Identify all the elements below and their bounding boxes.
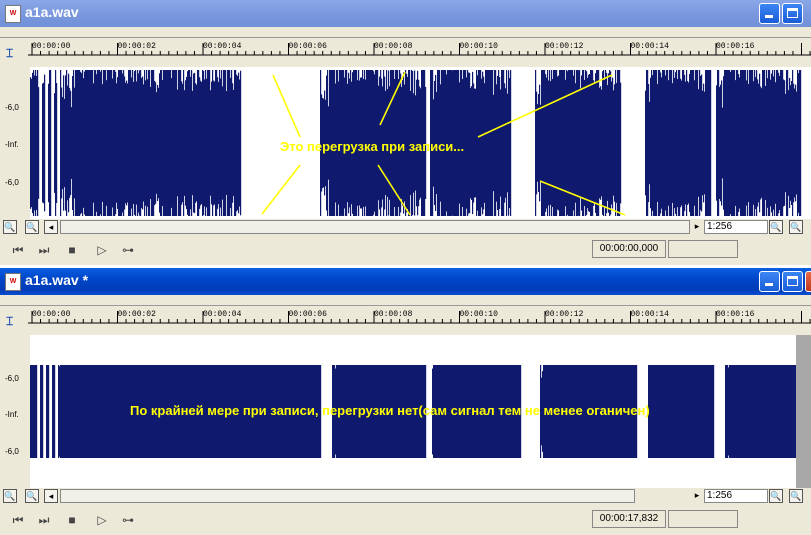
zoom-out-icon[interactable]: 🔍 bbox=[789, 489, 803, 503]
ruler-time-label: 00:00:02 bbox=[117, 42, 156, 51]
ruler-time-label: 00:00:08 bbox=[374, 42, 413, 51]
bottom-time-display-2 bbox=[668, 510, 738, 528]
wave-file-icon: W bbox=[5, 5, 21, 23]
arrow-right-icon[interactable]: ▸ bbox=[690, 489, 704, 503]
ruler-time-label: 00:00:14 bbox=[630, 42, 669, 51]
top-title-bar[interactable]: W a1a.wav bbox=[0, 0, 811, 27]
bottom-title-bar[interactable]: W a1a.wav * bbox=[0, 268, 811, 295]
top-horizontal-scrollbar[interactable] bbox=[60, 220, 690, 234]
ruler-time-label: 00:00:12 bbox=[545, 310, 584, 319]
bottom-zoom-field[interactable]: 1:256 bbox=[704, 489, 768, 503]
ruler-time-label: 00:00:10 bbox=[459, 42, 498, 51]
bottom-horizontal-scrollbar[interactable] bbox=[60, 489, 635, 503]
bottom-time-display: 00:00:17,832 bbox=[592, 510, 666, 528]
maximize-button[interactable] bbox=[782, 3, 803, 24]
zoom-out-icon[interactable]: 🔍 bbox=[3, 489, 17, 503]
stop-icon[interactable]: ■ bbox=[64, 242, 80, 258]
level-label-center: -Inf. bbox=[5, 410, 19, 419]
ruler-time-label: 00:00:14 bbox=[630, 310, 669, 319]
zoom-out-icon[interactable]: 🔍 bbox=[3, 220, 17, 234]
top-time-ruler[interactable]: ⌶ 00:00:00 00:00:02 00:00:04 00:00:06 00:00:… bbox=[0, 27, 811, 67]
bottom-annotation-text: По крайней мере при записи, перегрузки н… bbox=[130, 403, 650, 418]
zoom-in-icon[interactable]: 🔍 bbox=[769, 220, 783, 234]
loop-icon[interactable]: ⊶ bbox=[120, 242, 136, 258]
go-to-start-icon[interactable]: ⏮ bbox=[10, 512, 26, 528]
go-to-start-icon[interactable]: ⏮ bbox=[10, 242, 26, 258]
ruler-time-label: 00:00:12 bbox=[545, 42, 584, 51]
close-button[interactable] bbox=[805, 271, 811, 292]
cursor-marker-icon[interactable]: ⌶ bbox=[6, 314, 18, 328]
bottom-time-ruler[interactable]: ⌶ 00:00:00 00:00:02 00:00:04 00:00:06 00:00:… bbox=[0, 295, 811, 335]
bottom-waveform-canvas[interactable]: По крайней мере при записи, перегрузки н… bbox=[30, 335, 796, 488]
bottom-scroll-row[interactable]: 🔍 🔍 ◂ ▸ 1:256 🔍 🔍 bbox=[0, 489, 811, 505]
level-label-top: -6,0 bbox=[5, 103, 19, 112]
cursor-marker-icon[interactable]: ⌶ bbox=[6, 46, 18, 60]
top-wave-window[interactable]: W a1a.wav ⌶ 00:00:00 00:00:02 00:00:04 00:0… bbox=[0, 0, 811, 265]
top-transport-bar: ⏮ ⏭ ■ ▷ ⊶ 00:00:00,000 bbox=[0, 237, 811, 263]
bottom-level-scale: -6,0 -Inf. -6,0 bbox=[0, 335, 31, 488]
ruler-time-label: 00:00:00 bbox=[32, 310, 71, 319]
top-time-display-2 bbox=[668, 240, 738, 258]
ruler-time-label: 00:00:04 bbox=[203, 42, 242, 51]
bottom-window-title: a1a.wav * bbox=[25, 272, 89, 288]
top-wave-area[interactable]: -6,0 -Inf. -6,0 Это перегрузка при запис… bbox=[0, 67, 811, 219]
zoom-in-icon[interactable]: 🔍 bbox=[25, 220, 39, 234]
loop-icon[interactable]: ⊶ bbox=[120, 512, 136, 528]
ruler-time-label: 00:00:16 bbox=[716, 42, 755, 51]
ruler-time-label: 00:00:16 bbox=[716, 310, 755, 319]
stop-icon[interactable]: ■ bbox=[64, 512, 80, 528]
play-icon[interactable]: ▷ bbox=[94, 242, 110, 258]
level-label-top: -6,0 bbox=[5, 374, 19, 383]
top-time-display: 00:00:00,000 bbox=[592, 240, 666, 258]
level-label-bottom: -6,0 bbox=[5, 178, 19, 187]
maximize-button[interactable] bbox=[782, 271, 803, 292]
bottom-wave-area[interactable]: -6,0 -Inf. -6,0 По крайней мере при запи… bbox=[0, 335, 811, 488]
go-to-end-icon[interactable]: ⏭ bbox=[36, 242, 52, 258]
zoom-in-icon[interactable]: 🔍 bbox=[769, 489, 783, 503]
ruler-time-label: 00:00:04 bbox=[203, 310, 242, 319]
bottom-wave-window[interactable]: W a1a.wav * ⌶ 00:00:00 00:00:02 00:00:04 00… bbox=[0, 268, 811, 535]
top-level-scale: -6,0 -Inf. -6,0 bbox=[0, 67, 31, 219]
minimize-button[interactable] bbox=[759, 3, 780, 24]
zoom-out-icon[interactable]: 🔍 bbox=[789, 220, 803, 234]
top-scroll-row[interactable]: 🔍 🔍 ◂ ▸ 1:256 🔍 🔍 bbox=[0, 220, 811, 236]
zoom-in-icon[interactable]: 🔍 bbox=[25, 489, 39, 503]
arrow-left-icon[interactable]: ◂ bbox=[44, 220, 58, 234]
play-icon[interactable]: ▷ bbox=[94, 512, 110, 528]
top-zoom-field[interactable]: 1:256 bbox=[704, 220, 768, 234]
bottom-transport-bar: ⏮ ⏭ ■ ▷ ⊶ 00:00:17,832 bbox=[0, 507, 811, 533]
top-waveform-canvas[interactable]: Это перегрузка при записи... bbox=[30, 67, 811, 219]
ruler-time-label: 00:00:06 bbox=[288, 42, 327, 51]
wave-file-icon: W bbox=[5, 273, 21, 291]
arrow-right-icon[interactable]: ▸ bbox=[690, 220, 704, 234]
level-label-bottom: -6,0 bbox=[5, 447, 19, 456]
vertical-scrollbar[interactable] bbox=[796, 335, 811, 488]
ruler-time-label: 00:00:02 bbox=[117, 310, 156, 319]
top-annotation-text: Это перегрузка при записи... bbox=[280, 139, 465, 154]
arrow-left-icon[interactable]: ◂ bbox=[44, 489, 58, 503]
ruler-time-label: 00:00:10 bbox=[459, 310, 498, 319]
ruler-time-label: 00:00:08 bbox=[374, 310, 413, 319]
top-window-title: a1a.wav bbox=[25, 4, 79, 20]
go-to-end-icon[interactable]: ⏭ bbox=[36, 512, 52, 528]
ruler-time-label: 00:00:06 bbox=[288, 310, 327, 319]
ruler-time-label: 00:00:00 bbox=[32, 42, 71, 51]
minimize-button[interactable] bbox=[759, 271, 780, 292]
level-label-center: -Inf. bbox=[5, 140, 19, 149]
